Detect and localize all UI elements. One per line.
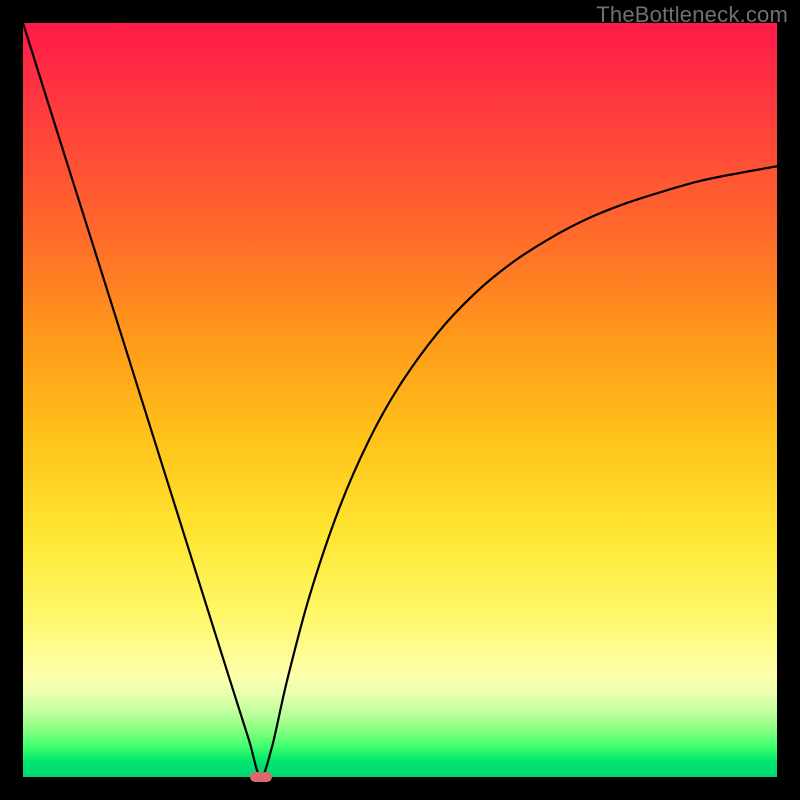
bottleneck-curve <box>23 23 777 777</box>
chart-frame: TheBottleneck.com <box>0 0 800 800</box>
optimal-point-marker <box>250 772 272 782</box>
watermark-text: TheBottleneck.com <box>596 2 788 28</box>
